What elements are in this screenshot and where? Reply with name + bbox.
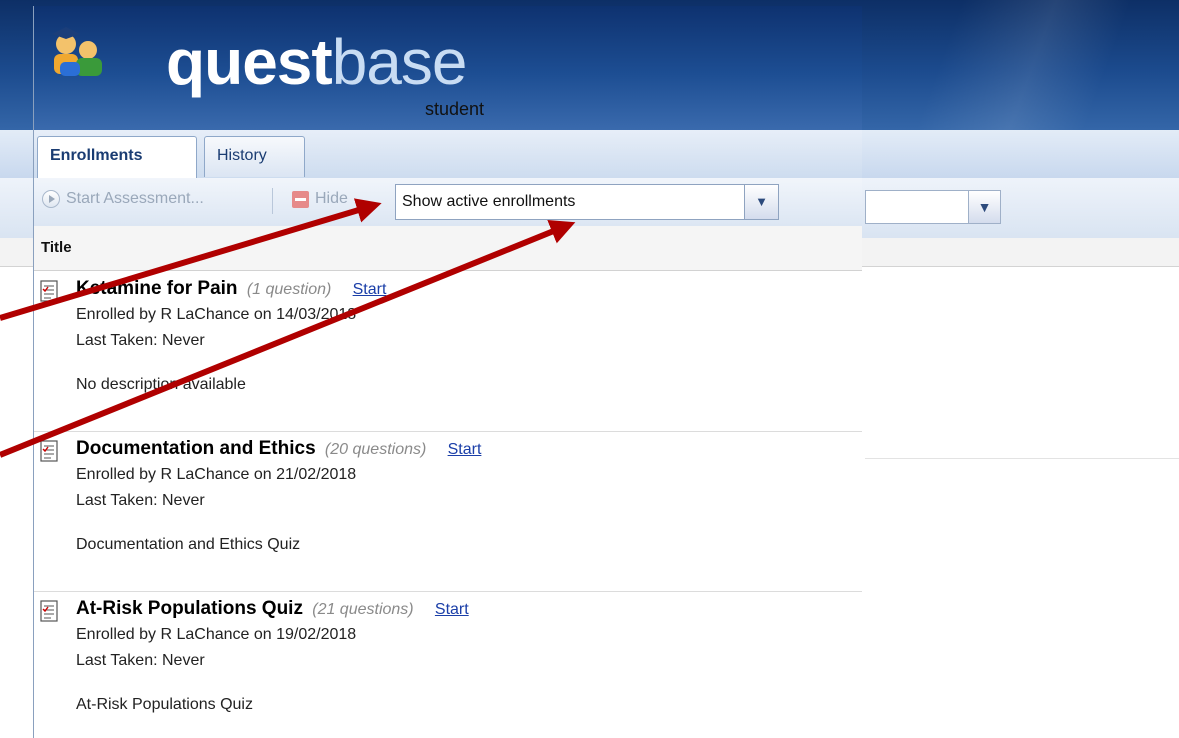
- hide-button[interactable]: Hide: [292, 190, 348, 208]
- enrollment-filter-select[interactable]: Show active enrollments: [395, 184, 745, 220]
- quiz-document-icon: [40, 600, 58, 622]
- list-item: Documentation and Ethics (20 questions) …: [34, 431, 862, 592]
- item-description: No description available: [76, 376, 246, 393]
- chevron-down-icon[interactable]: ▼: [968, 190, 1001, 224]
- tab-history[interactable]: History: [204, 136, 305, 177]
- enrolled-by: Enrolled by R LaChance on 21/02/2018: [76, 466, 357, 483]
- students-logo-icon: [52, 27, 102, 76]
- item-description: At-Risk Populations Quiz: [76, 696, 253, 713]
- start-link[interactable]: Start: [448, 441, 482, 458]
- tab-bar: Enrollments History: [34, 130, 862, 179]
- quiz-document-icon: [40, 280, 58, 302]
- item-title-row: Documentation and Ethics (20 questions) …: [76, 438, 481, 460]
- hide-label: Hide: [315, 190, 348, 207]
- item-title: Ketamine for Pain: [76, 278, 238, 299]
- item-title-row: Ketamine for Pain (1 question) Start: [76, 278, 386, 300]
- item-title: Documentation and Ethics: [76, 438, 316, 459]
- brand-logo: questbase: [166, 30, 467, 94]
- question-count: (20 questions): [324, 441, 427, 458]
- list-item: At-Risk Populations Quiz (21 questions) …: [34, 591, 862, 738]
- start-link[interactable]: Start: [435, 601, 469, 618]
- brand-subtitle: student: [425, 99, 485, 119]
- last-taken: Last Taken: Never: [76, 332, 205, 349]
- brand-accent: base: [331, 26, 468, 98]
- brand-main: quest: [166, 26, 333, 98]
- list-item: Ketamine for Pain (1 question) Start Enr…: [34, 271, 862, 432]
- start-assessment-button[interactable]: Start Assessment...: [42, 190, 204, 208]
- chevron-down-icon[interactable]: ▼: [745, 184, 779, 220]
- enrolled-by: Enrolled by R LaChance on 14/03/2018: [76, 306, 357, 323]
- toolbar: Start Assessment... Hide Show active enr…: [34, 178, 862, 227]
- last-taken: Last Taken: Never: [76, 492, 205, 509]
- last-taken: Last Taken: Never: [76, 652, 205, 669]
- item-description: Documentation and Ethics Quiz: [76, 536, 301, 553]
- item-title: At-Risk Populations Quiz: [76, 598, 303, 619]
- item-title-row: At-Risk Populations Quiz (21 questions) …: [76, 598, 469, 620]
- column-header: Title: [34, 226, 862, 271]
- start-link[interactable]: Start: [353, 281, 387, 298]
- background-divider: [865, 458, 1179, 459]
- tab-enrollments[interactable]: Enrollments: [37, 136, 197, 178]
- question-count: (21 questions): [312, 601, 414, 618]
- quiz-document-icon: [40, 440, 58, 462]
- questbase-window: questbase student Enrollments History St…: [33, 6, 862, 738]
- minus-icon: [292, 190, 309, 208]
- enrolled-by: Enrolled by R LaChance on 19/02/2018: [76, 626, 357, 643]
- play-icon: [42, 190, 60, 208]
- column-title: Title: [41, 239, 72, 256]
- toolbar-separator: [272, 188, 273, 214]
- question-count: (1 question): [246, 281, 332, 298]
- start-assessment-label: Start Assessment...: [66, 190, 204, 207]
- app-header: questbase student: [34, 6, 862, 130]
